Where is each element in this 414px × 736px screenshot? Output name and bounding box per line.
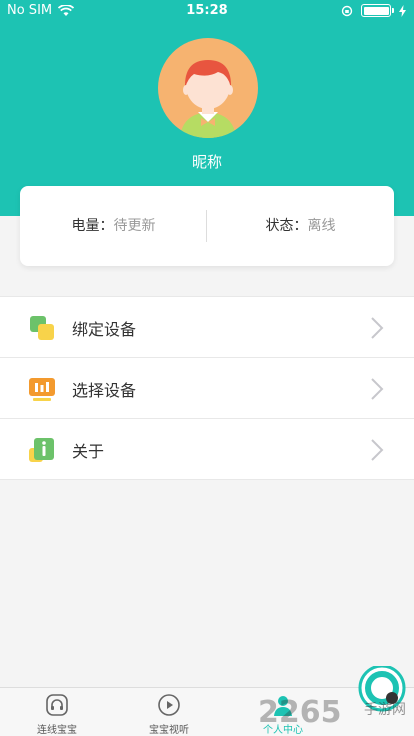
menu-item-bind-device[interactable]: 绑定设备 (0, 297, 414, 358)
status-bar: No SIM 15:28 (0, 0, 414, 22)
battery-info: 电量：待更新 (20, 186, 207, 266)
orientation-lock-icon (341, 5, 353, 16)
charging-icon (399, 4, 406, 17)
tab-label: 连线宝宝 (37, 725, 77, 736)
menu-label: 绑定设备 (72, 320, 137, 339)
chevron-right-icon (371, 317, 384, 339)
profile-header: No SIM 15:28 昵称 (0, 0, 414, 216)
tab-connect-baby[interactable]: 连线宝宝 (2, 688, 112, 736)
tab-label: 宝宝视听 (149, 725, 189, 736)
menu-label: 选择设备 (72, 381, 137, 400)
child-avatar-icon (180, 60, 236, 138)
menu-item-select-device[interactable]: 选择设备 (0, 358, 414, 419)
about-icon (29, 438, 54, 462)
status-value: 离线 (307, 218, 336, 234)
watermark-suffix: 手游网 (364, 702, 406, 718)
menu-item-about[interactable]: 关于 (0, 419, 414, 480)
chevron-right-icon (371, 439, 384, 461)
battery-value: 待更新 (113, 218, 156, 234)
status-label: 状态： (265, 218, 308, 234)
battery-label: 电量： (71, 218, 114, 234)
settings-menu: 绑定设备 选择设备 关于 (0, 296, 414, 480)
play-icon (158, 694, 180, 716)
device-info-card: 电量：待更新 状态：离线 (20, 186, 394, 266)
site-watermark: 2265 手游网 (254, 664, 414, 730)
status-info: 状态：离线 (207, 186, 394, 266)
bind-device-icon (30, 316, 54, 340)
nickname[interactable]: 昵称 (0, 151, 414, 172)
connect-icon (46, 694, 68, 716)
avatar[interactable] (158, 38, 258, 138)
select-device-icon (29, 378, 55, 401)
watermark-text: 2265 (258, 695, 342, 728)
battery-icon (361, 4, 394, 17)
menu-label: 关于 (72, 442, 105, 461)
watermark-logo-icon: 2265 手游网 (258, 664, 406, 730)
chevron-right-icon (371, 378, 384, 400)
tab-baby-media[interactable]: 宝宝视听 (114, 688, 224, 736)
